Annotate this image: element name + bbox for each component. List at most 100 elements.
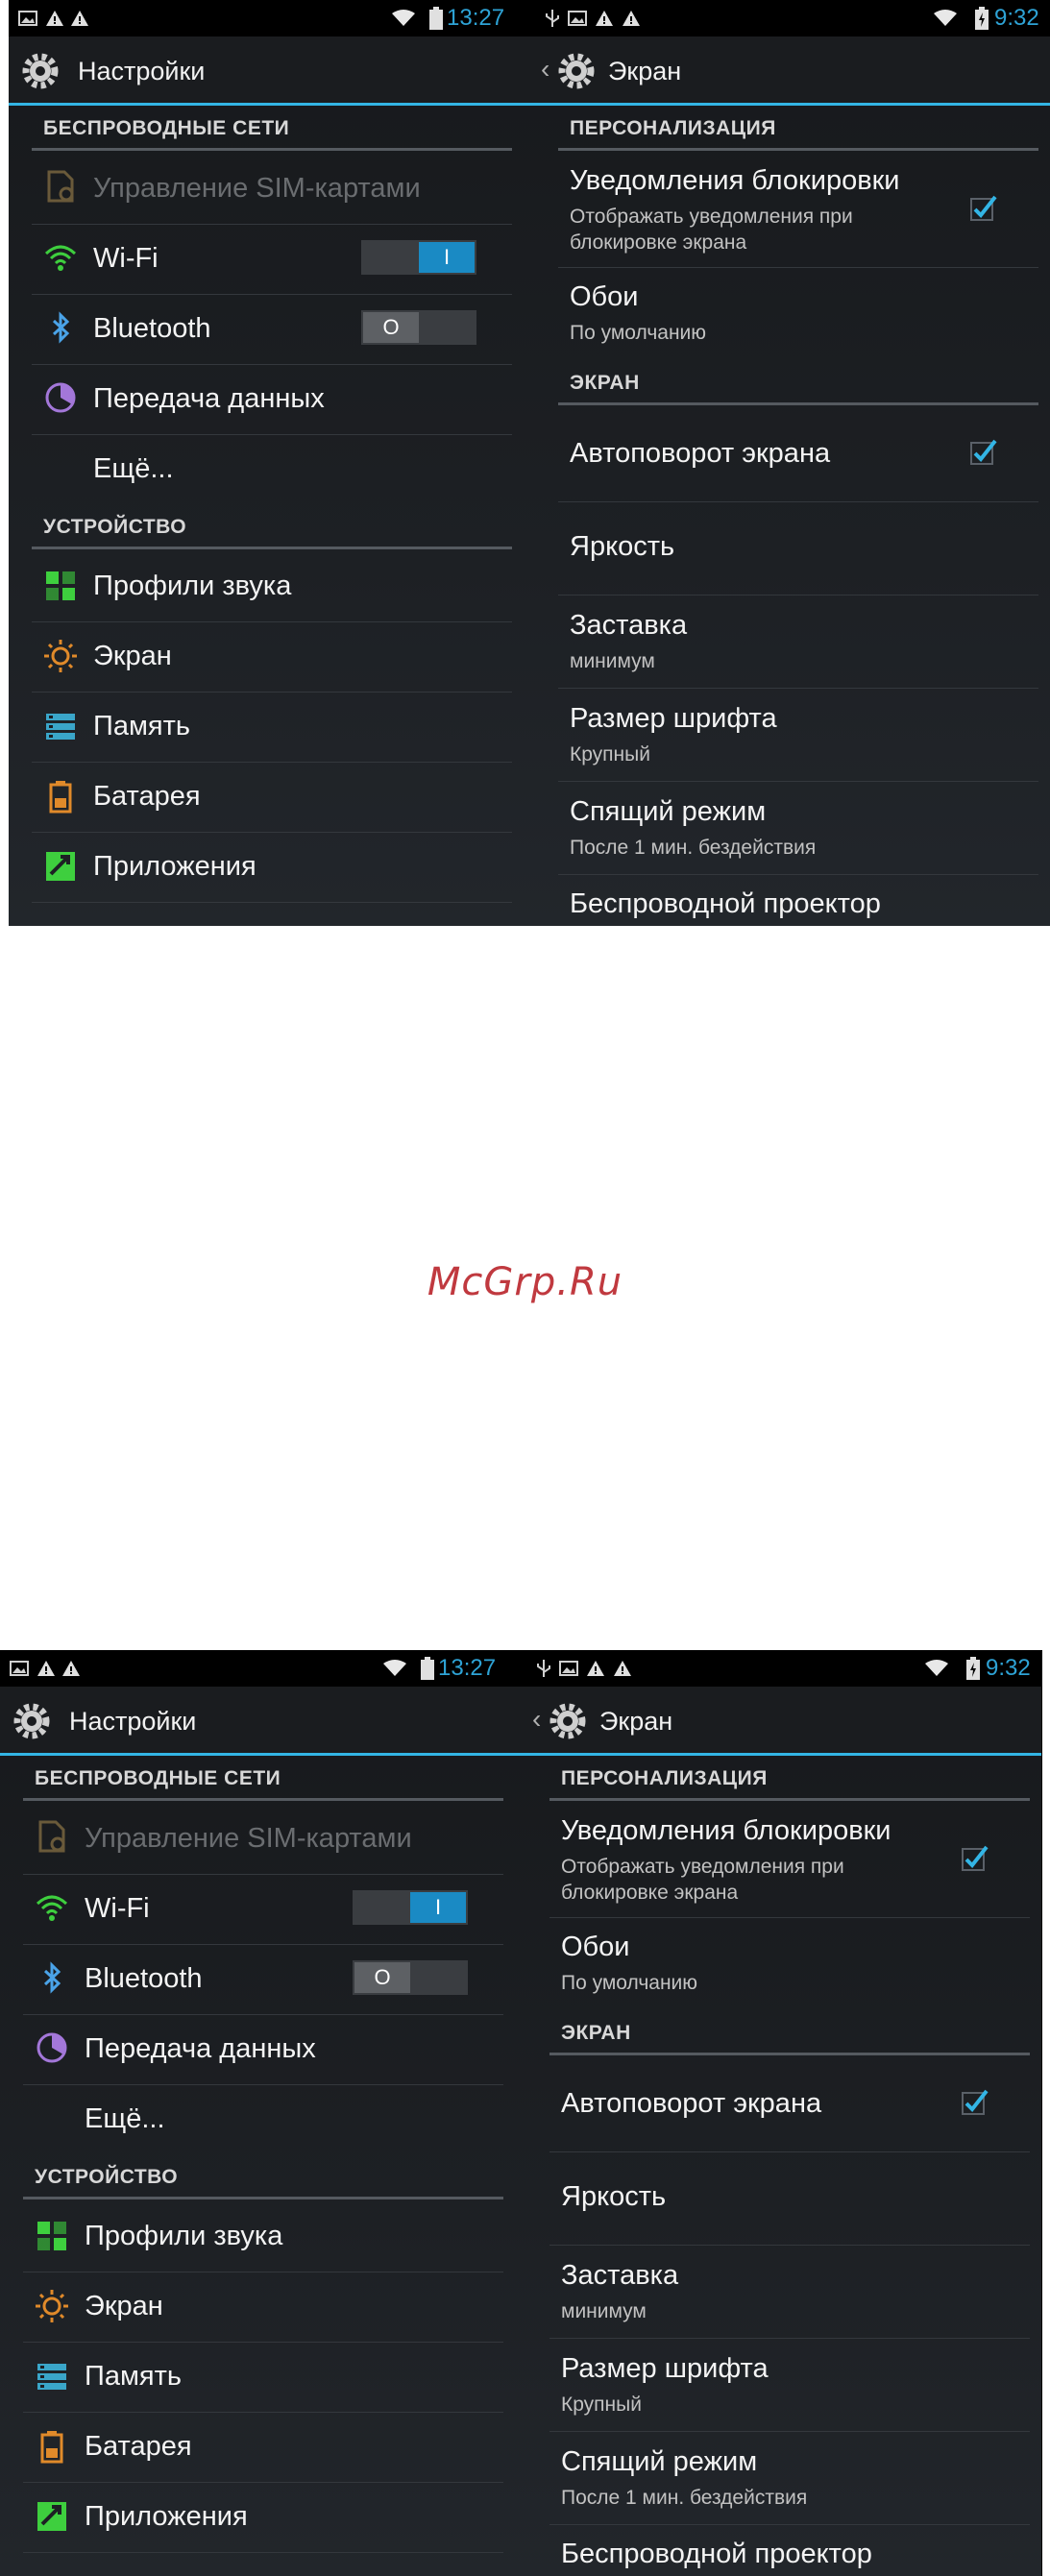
section-header-personalization: ПЕРСОНАЛИЗАЦИЯ xyxy=(570,117,776,139)
wifi-signal-icon xyxy=(383,1660,406,1676)
settings-panel: 13:27 Настройки БЕСПРОВОДНЫЕ СЕТИ Управл… xyxy=(0,1650,521,2576)
data-usage-label: Передача данных xyxy=(93,383,325,414)
divider xyxy=(32,294,512,295)
bluetooth-toggle[interactable]: O xyxy=(353,1960,468,1995)
apps-icon xyxy=(46,852,75,881)
divider xyxy=(549,2524,1030,2525)
wireless-display-item[interactable]: Беспроводной проектор xyxy=(561,2539,872,2570)
wifi-icon xyxy=(36,1895,68,1921)
section-rule xyxy=(549,2053,1030,2055)
action-bar: ‹ Экран xyxy=(529,36,1050,106)
settings-gear-icon[interactable] xyxy=(12,1701,52,1741)
section-rule xyxy=(558,402,1038,405)
back-chevron-icon[interactable]: ‹ xyxy=(541,54,549,85)
storage-icon xyxy=(46,714,75,740)
action-bar-rule xyxy=(529,103,1050,106)
daydream-label: Заставка xyxy=(561,2260,679,2291)
wallpaper-summary: По умолчанию xyxy=(570,322,707,344)
sleep-label: Спящий режим xyxy=(570,796,767,827)
autorotate-checkbox[interactable] xyxy=(969,437,998,466)
autorotate-checkbox[interactable] xyxy=(961,2087,989,2116)
divider xyxy=(23,2552,503,2553)
usb-icon xyxy=(537,1660,550,1677)
autorotate-label: Автоповорот экрана xyxy=(561,2088,822,2119)
back-chevron-icon[interactable]: ‹ xyxy=(532,1704,541,1735)
wireless-display-item[interactable]: Беспроводной проектор xyxy=(570,888,881,920)
sound-profiles-label: Профили звука xyxy=(85,2221,283,2251)
picture-notification-icon xyxy=(10,1661,29,1676)
font-size-label: Размер шрифта xyxy=(561,2353,769,2384)
warning-icon xyxy=(614,1661,631,1676)
battery-icon xyxy=(421,1657,434,1680)
settings-gear-icon[interactable] xyxy=(20,51,61,91)
watermark: McGrp.Ru xyxy=(427,1260,623,1304)
data-usage-label: Передача данных xyxy=(85,2033,316,2064)
divider xyxy=(549,2245,1030,2246)
divider xyxy=(23,1874,503,1875)
status-time: 13:27 xyxy=(438,1655,497,1681)
divider xyxy=(32,832,512,833)
sim-card-icon xyxy=(47,170,74,203)
bluetooth-toggle[interactable]: O xyxy=(361,310,476,345)
bluetooth-icon xyxy=(52,311,70,344)
page-title: Настройки xyxy=(69,1707,197,1736)
divider xyxy=(32,434,512,435)
toggle-off-glyph: O xyxy=(374,1965,391,1989)
daydream-label: Заставка xyxy=(570,610,688,641)
action-bar: Настройки xyxy=(9,36,529,106)
screenshot-top: 13:27 Настройки БЕСПРОВОДНЫЕ СЕТИ Управл… xyxy=(9,0,1050,926)
action-bar-rule xyxy=(0,1753,521,1756)
section-header-screen: ЭКРАН xyxy=(570,372,640,394)
settings-gear-icon[interactable] xyxy=(556,51,597,91)
display-brightness-icon xyxy=(36,2290,68,2322)
status-time: 13:27 xyxy=(447,5,505,31)
lock-notifications-checkbox[interactable] xyxy=(961,1843,989,1872)
brightness-item[interactable]: Яркость xyxy=(570,531,674,563)
divider xyxy=(23,2084,503,2085)
page-title: Экран xyxy=(599,1707,673,1736)
picture-notification-icon xyxy=(559,1661,578,1676)
picture-notification-icon xyxy=(568,11,587,26)
warning-icon xyxy=(623,11,640,26)
font-size-label: Размер шрифта xyxy=(570,703,777,734)
wifi-toggle[interactable]: I xyxy=(353,1890,468,1925)
divider xyxy=(558,267,1038,268)
brightness-item[interactable]: Яркость xyxy=(561,2181,666,2213)
page-title: Настройки xyxy=(78,57,206,85)
divider xyxy=(32,621,512,622)
data-usage-icon xyxy=(37,2032,67,2063)
battery-settings-icon xyxy=(40,2431,63,2464)
wifi-toggle[interactable]: I xyxy=(361,240,476,275)
section-header-wireless: БЕСПРОВОДНЫЕ СЕТИ xyxy=(43,117,290,139)
settings-gear-icon[interactable] xyxy=(548,1701,588,1741)
sim-card-icon xyxy=(38,1820,65,1853)
wifi-signal-icon xyxy=(392,10,415,26)
wifi-icon xyxy=(44,245,77,271)
divider xyxy=(32,902,512,903)
display-brightness-icon xyxy=(44,640,77,672)
divider xyxy=(549,2338,1030,2339)
lock-notifications-checkbox[interactable] xyxy=(969,193,998,222)
divider xyxy=(32,224,512,225)
warning-icon xyxy=(596,11,613,26)
usb-icon xyxy=(546,10,559,27)
section-rule xyxy=(558,148,1038,151)
lock-notifications-label: Уведомления блокировки xyxy=(561,1815,891,1846)
apps-label: Приложения xyxy=(93,851,256,882)
daydream-summary: минимум xyxy=(570,650,655,672)
action-bar-rule xyxy=(9,103,529,106)
battery-icon xyxy=(429,7,443,30)
picture-notification-icon xyxy=(18,11,37,26)
status-bar: 9:32 xyxy=(521,1650,1041,1687)
lock-notifications-label: Уведомления блокировки xyxy=(570,165,900,196)
bluetooth-label: Bluetooth xyxy=(85,1963,203,1994)
toggle-on-glyph: I xyxy=(434,1895,442,1919)
more-settings-item[interactable]: Ещё... xyxy=(85,2103,165,2135)
apps-label: Приложения xyxy=(85,2501,248,2532)
more-settings-item[interactable]: Ещё... xyxy=(93,453,174,485)
sleep-summary: После 1 мин. бездействия xyxy=(561,2487,808,2509)
status-time: 9:32 xyxy=(986,1655,1031,1681)
divider xyxy=(549,2431,1030,2432)
wallpaper-summary: По умолчанию xyxy=(561,1972,698,1994)
divider xyxy=(23,2482,503,2483)
